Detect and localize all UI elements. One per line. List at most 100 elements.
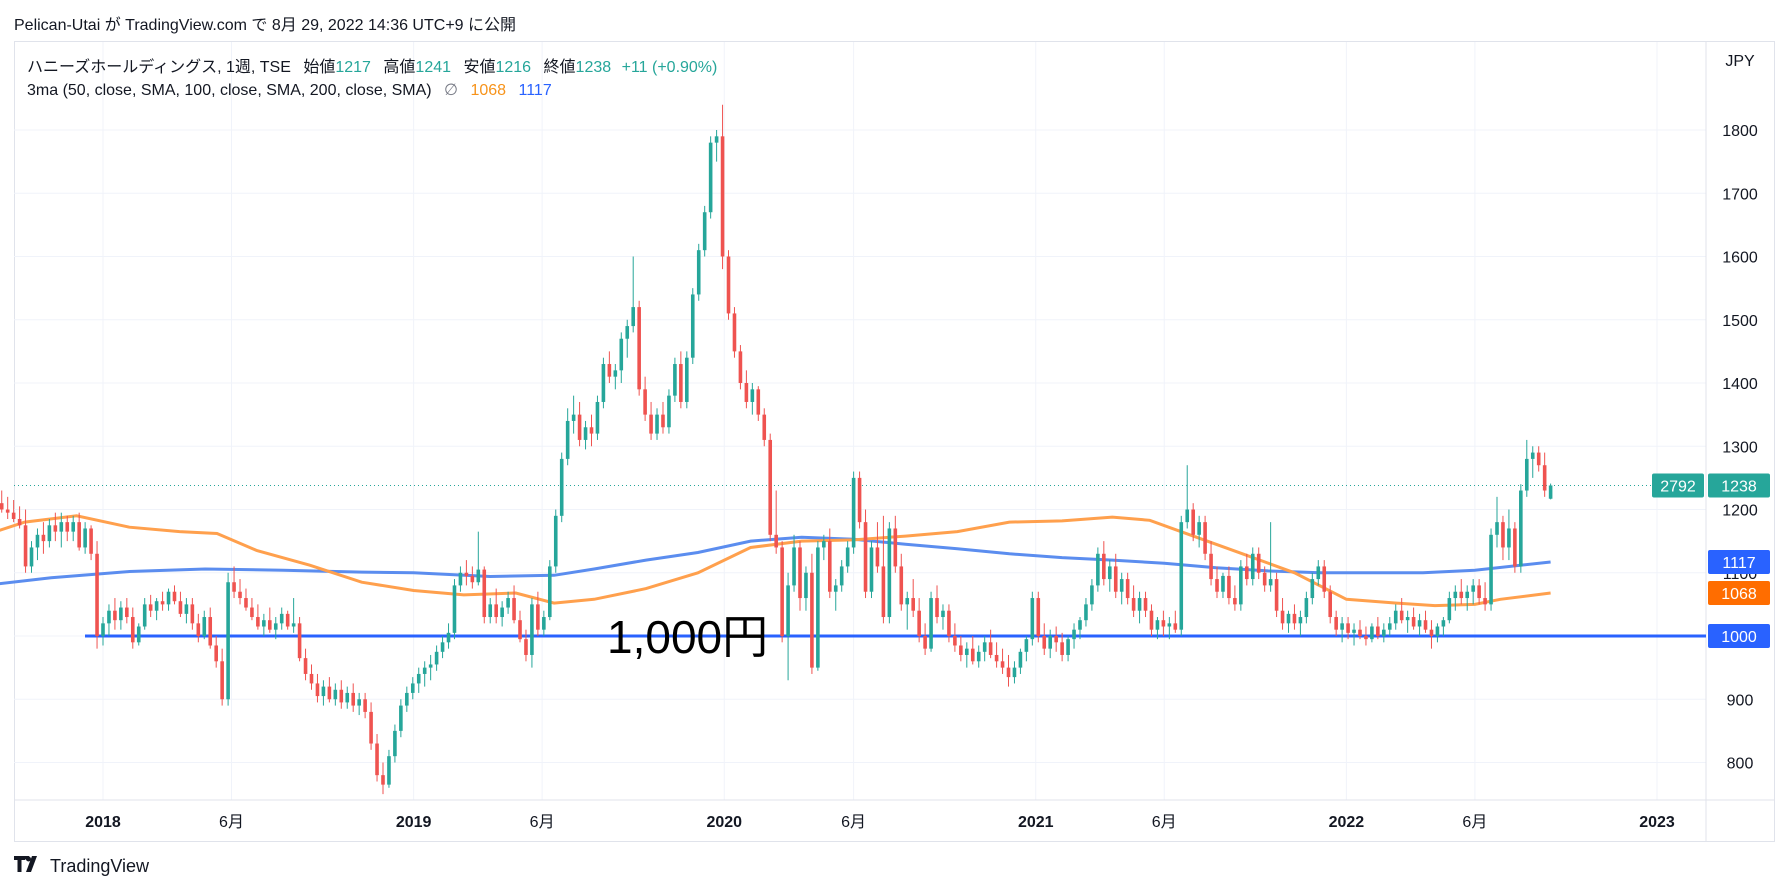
candle-body [1459,591,1464,599]
candle [506,591,510,614]
candle [845,541,850,573]
candle-body [1358,629,1362,636]
candle-body [393,730,397,757]
candle-body [637,307,641,390]
candle-body [232,582,236,592]
candle-body [226,582,230,700]
candle-body [1334,617,1338,630]
candle [1185,465,1190,529]
candle-body [1036,598,1041,636]
tradingview-footer[interactable]: TradingView [14,855,149,877]
candle-body [148,604,153,611]
candle-body [994,654,999,662]
null-icon: ∅ [444,82,458,99]
candle-body [89,528,93,554]
candle-body [1209,553,1213,580]
candle-body [321,686,326,697]
symbol-name[interactable]: ハニーズホールディングス, 1週, TSE [27,59,291,76]
ma200-badge-text: 1117 [1722,555,1755,572]
candle [1012,661,1017,684]
candle-body [1137,598,1142,611]
candle [1084,598,1088,627]
candle [565,408,570,466]
candle-body [1244,566,1249,580]
candle [696,243,701,301]
candle-body [202,617,207,636]
candle [1507,509,1511,561]
indicator-legend[interactable]: 3ma (50, close, SMA, 100, close, SMA, 20… [27,80,552,100]
candle-body [381,775,385,785]
candle-body [1179,522,1184,630]
candle-body [59,522,64,532]
candle-body [119,607,123,621]
candle-body [5,509,10,513]
candle-body [1489,534,1493,605]
candle-body [506,598,510,608]
candlestick-chart[interactable]: 8009001000110012001300140015001600170018… [0,0,1791,894]
candle [428,654,433,681]
candle [95,541,99,649]
candle [291,598,296,633]
candle [0,490,4,513]
candle [1405,610,1410,633]
candle-body [1376,626,1380,636]
candle [1024,636,1029,662]
candle [65,515,70,542]
candle [679,351,683,409]
candle [857,471,862,529]
candle-body [428,664,433,668]
candle [1119,572,1124,605]
candle-body [1167,623,1172,627]
candle-body [1364,636,1368,640]
grid [14,42,1706,800]
candle-body [726,256,731,314]
candle [839,560,844,592]
candle [1459,579,1464,605]
candle-body [947,610,951,636]
candle [1310,572,1315,605]
candle [1453,585,1458,611]
candle [1542,452,1547,497]
candle-body [631,307,635,327]
x-tick-label: 2021 [1018,814,1054,831]
candle-body [1161,620,1166,627]
candle-body [399,705,403,731]
candle-body [577,414,582,440]
candle [1102,541,1106,586]
candle-body [1054,636,1058,643]
candle [911,579,915,618]
candle-body [935,598,939,618]
symbol-legend[interactable]: ハニーズホールディングス, 1週, TSE 始値1217 高値1241 安値12… [27,53,717,77]
candle [613,364,618,390]
candle-body [107,610,111,624]
candle-body [1227,575,1231,599]
candle [1501,515,1505,561]
candle [345,686,350,709]
candle-body [1405,617,1410,621]
candle-body [553,515,558,567]
candle-body [1131,598,1136,611]
candle-body [756,389,761,415]
candle [875,522,880,573]
candle [804,566,808,611]
support-line-label: 1,000円 [607,611,768,663]
candle [285,610,290,630]
candle-body [357,699,361,706]
candle [1268,522,1273,592]
candle-body [708,142,713,213]
candle [1149,604,1154,636]
candle [268,607,272,633]
indicator-name[interactable]: 3ma (50, close, SMA, 100, close, SMA, 20… [27,82,432,99]
candle-body [1030,598,1035,640]
candle [381,762,385,795]
candle-body [268,620,272,630]
candle-body [982,642,987,652]
candle-body [613,370,618,377]
candle [512,585,516,624]
candle [923,623,927,655]
candle [1036,591,1041,643]
candle-body [488,604,493,618]
x-tick-label: 6月 [1152,814,1177,831]
candle [619,332,624,383]
candle [935,585,939,624]
